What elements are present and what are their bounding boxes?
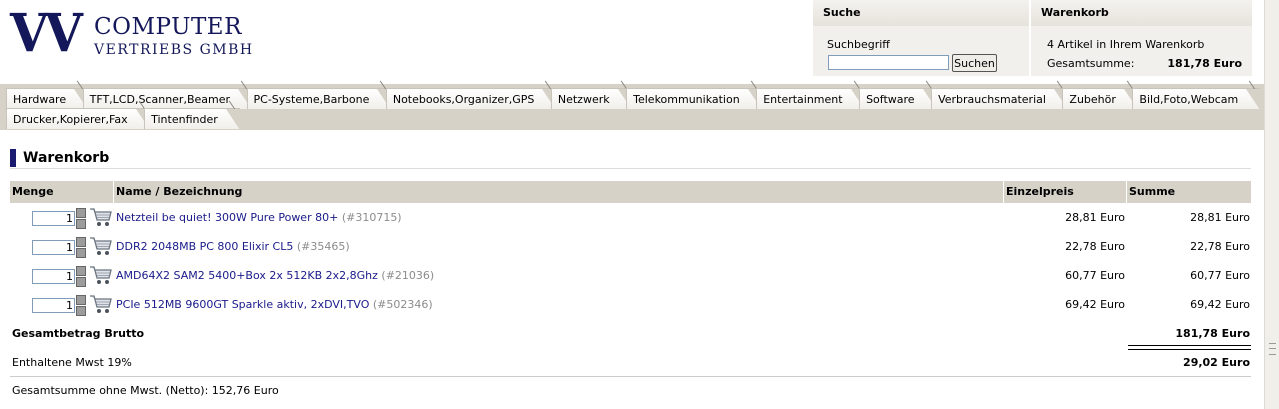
plus-icon[interactable]: [76, 266, 86, 276]
product-name[interactable]: Netzteil be quiet! 300W Pure Power 80+: [116, 211, 338, 224]
line-sum: 22,78 Euro: [1190, 240, 1250, 253]
col-header-name: Name / Bezeichnung: [114, 181, 1003, 203]
minus-icon[interactable]: [76, 248, 86, 258]
qty-stepper[interactable]: [76, 266, 86, 287]
product-link[interactable]: AMD64X2 SAM2 5400+Box 2x 512KB 2x2,8Ghz …: [116, 269, 434, 282]
logo-vv: VV: [10, 3, 83, 64]
qty-stepper[interactable]: [76, 237, 86, 258]
product-link[interactable]: Netzteil be quiet! 300W Pure Power 80+ (…: [116, 211, 402, 224]
cart-total-label: Gesamtsumme:: [1047, 57, 1135, 70]
net-divider: [10, 376, 1251, 377]
total-double-rule: [1128, 345, 1251, 350]
search-panel-title: Suche: [813, 0, 1029, 26]
product-sku: (#502346): [372, 298, 433, 311]
nav-tab-verbrauchsmaterial[interactable]: Verbrauchsmaterial: [931, 88, 1068, 110]
vertical-scrollbar[interactable]: [1264, 0, 1279, 409]
shopping-cart-icon[interactable]: [89, 264, 113, 286]
qty-input[interactable]: 1: [32, 298, 75, 313]
search-label: Suchbegriff: [827, 38, 890, 51]
unit-price: 22,78 Euro: [1065, 240, 1125, 253]
nav-tab-entertainment[interactable]: Entertainment: [756, 88, 865, 110]
col-header-qty: Menge: [10, 181, 113, 203]
product-name[interactable]: DDR2 2048MB PC 800 Elixir CL5: [116, 240, 293, 253]
nav-tab-notebooks[interactable]: Notebooks,Organizer,GPS: [385, 88, 557, 110]
minus-icon[interactable]: [76, 306, 86, 316]
table-row: 1 PCIe 512MB 9600GT Sparkle aktiv, 2xDVI…: [0, 293, 1264, 317]
nav-tab-tft[interactable]: TFT,LCD,Scanner,Beamer: [82, 88, 253, 110]
nav-tab-drucker[interactable]: Drucker,Kopierer,Fax: [6, 108, 150, 130]
search-button[interactable]: Suchen: [952, 54, 997, 72]
category-nav: Hardware TFT,LCD,Scanner,Beamer PC-Syste…: [0, 84, 1264, 130]
net-total-text: Gesamtsumme ohne Mwst. (Netto): 152,76 E…: [12, 384, 279, 397]
logo-line2: VERTRIEBS GMBH: [94, 42, 254, 58]
logo-line1: COMPUTER: [94, 14, 242, 40]
product-link[interactable]: DDR2 2048MB PC 800 Elixir CL5 (#35465): [116, 240, 350, 253]
gross-total-label: Gesamtbetrag Brutto: [12, 327, 145, 340]
shopping-cart-icon[interactable]: [89, 235, 113, 257]
title-divider: [10, 168, 1251, 169]
nav-tab-tintenfinder[interactable]: Tintenfinder: [144, 108, 240, 130]
table-row: 1 Netzteil be quiet! 300W Pure Power 80+…: [0, 206, 1264, 230]
nav-tab-telekommunikation[interactable]: Telekommunikation: [626, 88, 762, 110]
nav-tab-software[interactable]: Software: [859, 88, 937, 110]
product-link[interactable]: PCIe 512MB 9600GT Sparkle aktiv, 2xDVI,T…: [116, 298, 433, 311]
nav-tab-zubehoer[interactable]: Zubehör: [1062, 88, 1139, 110]
search-panel: Suche Suchbegriff Suchen: [813, 0, 1029, 76]
qty-input[interactable]: 1: [32, 211, 75, 226]
minus-icon[interactable]: [76, 277, 86, 287]
plus-icon[interactable]: [76, 295, 86, 305]
cart-item-count: 4 Artikel in Ihrem Warenkorb: [1047, 38, 1205, 51]
cart-total-value: 181,78 Euro: [1167, 57, 1242, 70]
qty-input[interactable]: 1: [32, 269, 75, 284]
vat-value: 29,02 Euro: [1183, 356, 1250, 369]
vat-label: Enthaltene Mwst 19%: [12, 356, 132, 369]
shopping-cart-icon[interactable]: [89, 206, 113, 228]
line-sum: 28,81 Euro: [1190, 211, 1250, 224]
line-sum: 60,77 Euro: [1190, 269, 1250, 282]
gross-total-value: 181,78 Euro: [1175, 327, 1250, 340]
qty-input[interactable]: 1: [32, 240, 75, 255]
cart-summary-panel: Warenkorb 4 Artikel in Ihrem Warenkorb G…: [1031, 0, 1252, 76]
unit-price: 28,81 Euro: [1065, 211, 1125, 224]
unit-price: 69,42 Euro: [1065, 298, 1125, 311]
product-sku: (#21036): [381, 269, 435, 282]
search-input[interactable]: [828, 55, 949, 70]
cart-panel-title: Warenkorb: [1031, 0, 1252, 26]
plus-icon[interactable]: [76, 237, 86, 247]
page-title: Warenkorb: [10, 149, 109, 167]
qty-stepper[interactable]: [76, 208, 86, 229]
product-name[interactable]: AMD64X2 SAM2 5400+Box 2x 512KB 2x2,8Ghz: [116, 269, 378, 282]
product-sku: (#310715): [341, 211, 402, 224]
nav-tab-hardware[interactable]: Hardware: [6, 88, 89, 110]
nav-tab-pc-systeme[interactable]: PC-Systeme,Barbone: [246, 88, 392, 110]
col-header-sum: Summe: [1127, 181, 1251, 203]
table-row: 1 AMD64X2 SAM2 5400+Box 2x 512KB 2x2,8Gh…: [0, 264, 1264, 288]
product-sku: (#35465): [296, 240, 350, 253]
table-row: 1 DDR2 2048MB PC 800 Elixir CL5 (#35465)…: [0, 235, 1264, 259]
site-header: VV COMPUTER VERTRIEBS GMBH Suche Suchbeg…: [0, 0, 1264, 84]
product-name[interactable]: PCIe 512MB 9600GT Sparkle aktiv, 2xDVI,T…: [116, 298, 369, 311]
col-header-unit-price: Einzelpreis: [1004, 181, 1126, 203]
nav-tab-bild-foto[interactable]: Bild,Foto,Webcam: [1132, 88, 1261, 110]
plus-icon[interactable]: [76, 208, 86, 218]
qty-stepper[interactable]: [76, 295, 86, 316]
scrollbar-grip-icon[interactable]: [1269, 343, 1276, 355]
unit-price: 60,77 Euro: [1065, 269, 1125, 282]
line-sum: 69,42 Euro: [1190, 298, 1250, 311]
nav-row-2: Drucker,Kopierer,Fax Tintenfinder: [6, 108, 240, 131]
nav-tab-netzwerk[interactable]: Netzwerk: [550, 88, 632, 110]
shopping-cart-icon[interactable]: [89, 293, 113, 315]
minus-icon[interactable]: [76, 219, 86, 229]
